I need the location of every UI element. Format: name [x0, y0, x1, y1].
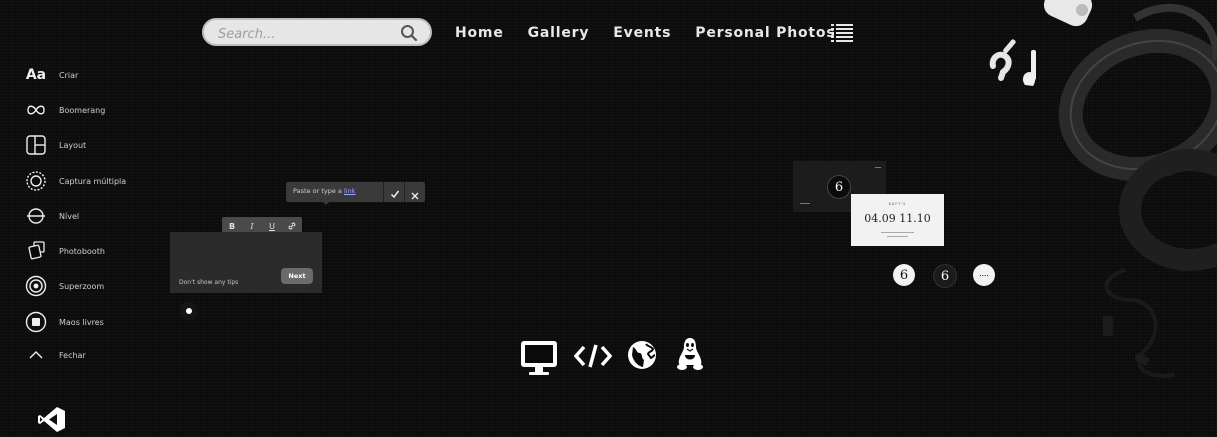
tool-nivel[interactable]: Nível: [24, 204, 79, 228]
divider: [404, 182, 405, 202]
popup-arrow: [322, 201, 330, 205]
infinity-icon: [24, 98, 48, 122]
layout-icon: [24, 133, 48, 157]
text-aa-icon: Aa: [25, 67, 47, 83]
close-icon[interactable]: [410, 186, 420, 205]
tool-criar[interactable]: Aa Criar: [24, 63, 78, 87]
code-icon: [573, 343, 613, 373]
next-button[interactable]: Next: [281, 268, 313, 284]
tool-label: Superzoom: [59, 281, 105, 291]
tool-photobooth[interactable]: Photobooth: [24, 239, 105, 263]
tool-fechar[interactable]: Fechar: [24, 343, 86, 367]
tool-label: Layout: [59, 140, 87, 150]
tool-label: Nível: [59, 211, 80, 221]
nav-gallery[interactable]: Gallery: [528, 25, 590, 41]
photobooth-icon: [24, 239, 48, 263]
link-popup: Paste or type a link: [286, 182, 425, 205]
tool-label: Fechar: [59, 350, 86, 360]
tool-superzoom[interactable]: Superzoom: [24, 274, 104, 298]
search-bar: [202, 18, 432, 46]
monitor-icon: [519, 339, 559, 381]
card-line: [881, 232, 914, 233]
tool-label: Boomerang: [59, 105, 106, 115]
divider: [383, 182, 384, 202]
invite-date: 04.09 11.10: [864, 212, 931, 225]
nav-events[interactable]: Events: [613, 25, 671, 41]
multi-capture-icon: [24, 169, 48, 193]
link-input[interactable]: Paste or type a link: [293, 187, 355, 195]
card-line: [887, 236, 908, 237]
search-input[interactable]: [216, 23, 390, 45]
tool-layout[interactable]: Layout: [24, 133, 86, 157]
visual-studio-icon: [38, 406, 66, 437]
level-icon: [24, 204, 48, 228]
invite-subtitle: KATY'S: [888, 202, 907, 206]
tool-maos-livres[interactable]: Maos livres: [24, 310, 104, 334]
tip-panel: Don't show any tips Next: [170, 232, 322, 293]
tool-label: Captura múltipla: [59, 176, 127, 186]
invite-card[interactable]: KATY'S 04.09 11.10: [851, 194, 944, 246]
nav-home[interactable]: Home: [455, 25, 504, 41]
nav-personal-photos[interactable]: Personal Photos: [695, 25, 835, 41]
card-line: [800, 203, 810, 204]
linux-icon: [676, 337, 704, 375]
logo-dark-icon[interactable]: 6: [933, 264, 957, 288]
tool-label: Maos livres: [59, 317, 104, 327]
menu-icon[interactable]: [831, 24, 853, 48]
earbuds-image: [985, 0, 1217, 437]
hands-free-icon: [24, 310, 48, 334]
search-icon[interactable]: [400, 24, 418, 46]
record-dot[interactable]: [180, 302, 198, 320]
dont-show-tips-link[interactable]: Don't show any tips: [179, 279, 238, 286]
main-nav: Home Gallery Events Personal Photos: [455, 25, 859, 41]
superzoom-icon: [24, 274, 48, 298]
tool-label: Photobooth: [59, 246, 105, 256]
card-line: [875, 167, 881, 168]
tool-boomerang[interactable]: Boomerang: [24, 98, 105, 122]
brand-logo-icon: 6: [827, 175, 851, 199]
globe-icon: [627, 340, 657, 374]
tool-captura-multipla[interactable]: Captura múltipla: [24, 169, 126, 193]
tool-label: Criar: [59, 70, 79, 80]
chevron-up-icon: [24, 343, 48, 367]
logo-light-icon[interactable]: 6: [893, 264, 915, 286]
check-icon[interactable]: [390, 185, 400, 204]
